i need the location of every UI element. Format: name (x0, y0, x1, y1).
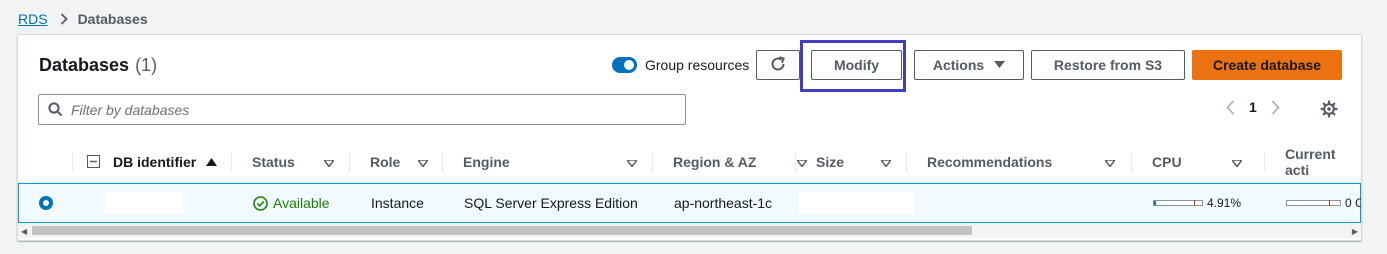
column-divider (795, 152, 796, 172)
search-icon (48, 102, 63, 117)
column-divider (72, 152, 73, 172)
group-resources-toggle-wrap: Group resources (612, 57, 749, 73)
column-header-size[interactable]: Size (816, 142, 906, 182)
column-label: Region & AZ (673, 154, 757, 170)
panel-title: Databases (39, 55, 130, 75)
row-select-cell (39, 184, 53, 222)
sort-caret-icon (795, 154, 809, 170)
page-title: Databases (1) (39, 55, 157, 76)
column-header-region-az[interactable]: Region & AZ (673, 142, 813, 182)
column-label: Size (816, 154, 845, 170)
actions-label: Actions (932, 57, 985, 73)
column-label: Current acti (1285, 146, 1336, 178)
sort-caret-icon (1230, 154, 1244, 170)
gear-icon[interactable] (1320, 100, 1338, 123)
breadcrumb-link-rds[interactable]: RDS (18, 11, 48, 27)
sort-caret-icon (416, 154, 430, 170)
scroll-right-icon[interactable]: ▶ (1352, 227, 1358, 236)
redacted-size (799, 192, 914, 214)
column-label: Engine (463, 154, 510, 170)
table-row[interactable]: Available Instance SQL Server Express Ed… (18, 183, 1361, 223)
cpu-utilization-bar (1153, 200, 1203, 206)
group-resources-toggle[interactable] (612, 57, 637, 73)
group-resources-label: Group resources (645, 57, 750, 73)
filter-search-box (38, 94, 686, 125)
check-circle-icon (253, 195, 268, 211)
cpu-cell: 4.91% (1153, 184, 1241, 222)
refresh-icon (769, 55, 787, 76)
filter-databases-input[interactable] (69, 100, 673, 119)
region-az-cell: ap-northeast-1c (674, 195, 773, 211)
refresh-button[interactable] (756, 50, 800, 80)
scroll-left-icon[interactable]: ◀ (21, 227, 27, 236)
column-label: Role (370, 154, 401, 170)
role-cell: Instance (371, 195, 424, 211)
sort-caret-icon (879, 154, 893, 170)
column-header-recommendations[interactable]: Recommendations (927, 142, 1127, 182)
row-select-radio[interactable] (39, 196, 53, 210)
column-header-role[interactable]: Role (370, 142, 445, 182)
column-divider (349, 152, 350, 172)
caret-down-icon (994, 61, 1006, 69)
column-header-status[interactable]: Status (252, 142, 337, 182)
column-header-db-identifier[interactable]: DB identifier (113, 142, 218, 182)
next-page-icon[interactable] (1271, 99, 1280, 115)
column-header-engine[interactable]: Engine (463, 142, 653, 182)
database-count: (1) (135, 55, 158, 75)
column-label: Recommendations (927, 154, 1053, 170)
status-text: Available (273, 195, 330, 211)
expand-collapse-icon[interactable] (87, 155, 100, 173)
create-database-button[interactable]: Create database (1192, 50, 1342, 80)
sort-caret-icon (322, 154, 336, 170)
chevron-right-icon (60, 13, 68, 25)
current-activity-cell: 0 Co (1286, 184, 1361, 222)
cpu-utilization-fill (1154, 201, 1157, 205)
column-label: DB identifier (113, 154, 197, 170)
column-header-cpu[interactable]: CPU (1152, 142, 1252, 182)
table-header: DB identifier Status Role Engine Region … (18, 142, 1361, 183)
actions-button[interactable]: Actions (914, 50, 1024, 80)
column-label: Status (252, 154, 295, 170)
sort-caret-icon (1103, 154, 1117, 170)
modify-button[interactable]: Modify (811, 50, 902, 80)
sort-caret-icon (625, 154, 639, 170)
redacted-db-identifier[interactable] (105, 192, 183, 214)
restore-from-s3-button[interactable]: Restore from S3 (1031, 50, 1185, 80)
previous-page-icon[interactable] (1226, 99, 1235, 115)
column-divider (442, 152, 443, 172)
page-number[interactable]: 1 (1249, 99, 1257, 115)
cpu-threshold-marker (1194, 200, 1195, 206)
horizontal-scrollbar[interactable]: ◀ ▶ (18, 223, 1361, 238)
column-label: CPU (1152, 154, 1182, 170)
pagination: 1 (1226, 99, 1280, 115)
column-divider (1264, 152, 1265, 172)
databases-panel: Databases (1) Group resources Modify Acti… (17, 34, 1362, 241)
column-header-current-activity[interactable]: Current acti (1285, 142, 1361, 182)
column-divider (231, 152, 232, 172)
column-divider (652, 152, 653, 172)
breadcrumb: RDS Databases (18, 10, 148, 28)
column-divider (906, 152, 907, 172)
current-activity-bar (1286, 200, 1341, 206)
scrollbar-thumb[interactable] (32, 226, 972, 235)
activity-threshold-marker (1329, 200, 1330, 206)
status-cell: Available (253, 184, 330, 222)
column-divider (1131, 152, 1132, 172)
engine-cell: SQL Server Express Edition (464, 195, 638, 211)
breadcrumb-current: Databases (77, 11, 148, 27)
cpu-value: 4.91% (1207, 196, 1242, 210)
sort-ascending-icon (206, 157, 218, 167)
current-activity-value: 0 Co (1345, 196, 1361, 210)
